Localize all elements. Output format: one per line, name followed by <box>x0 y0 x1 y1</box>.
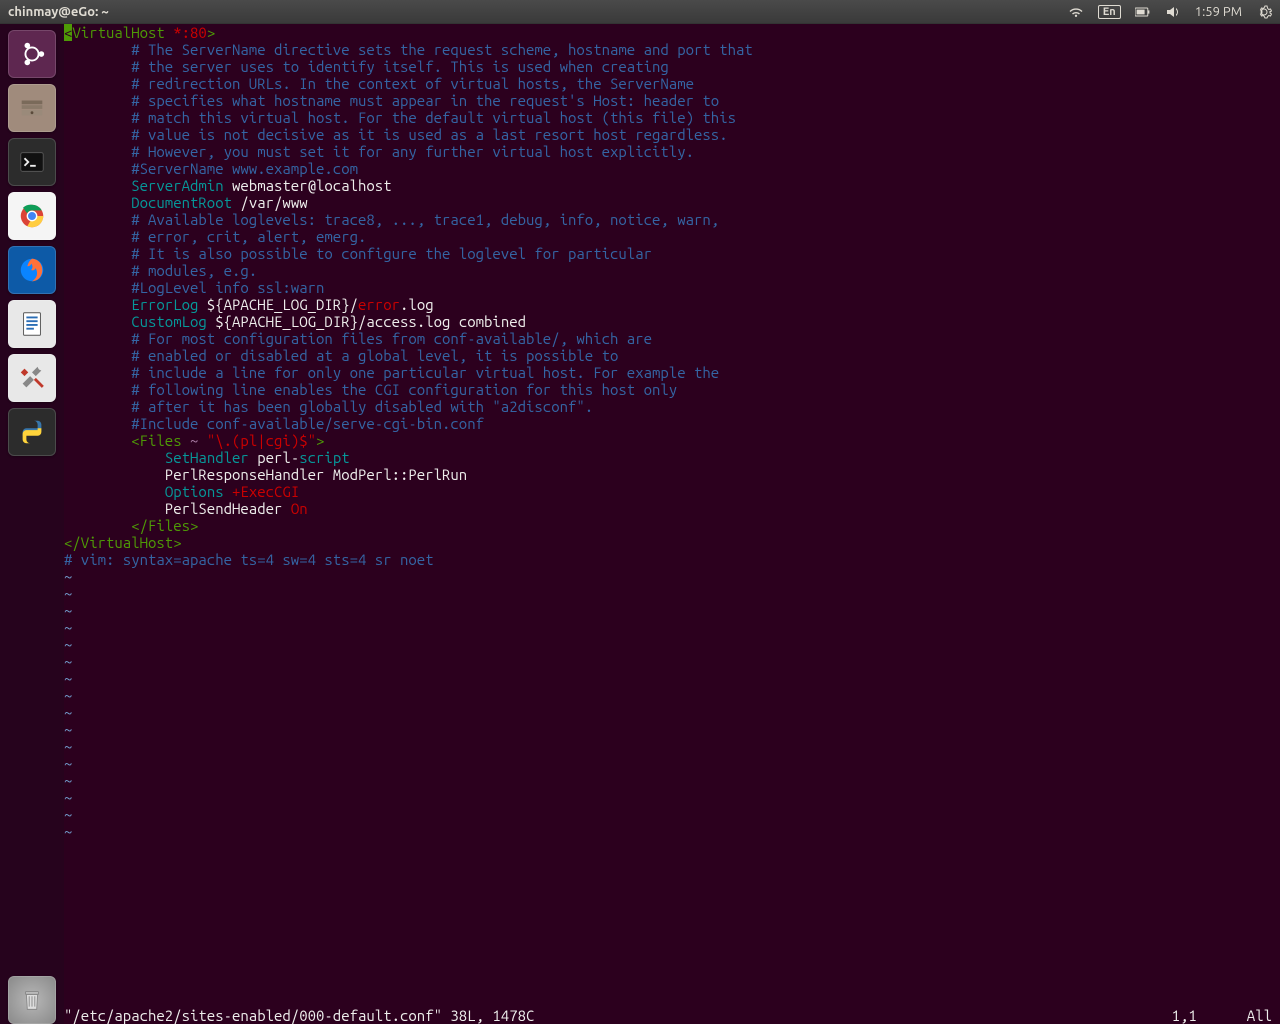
code-line: PerlResponseHandler ModPerl::PerlRun <box>64 466 1280 483</box>
launcher-files[interactable] <box>8 84 56 132</box>
launcher-writer[interactable] <box>8 300 56 348</box>
system-indicators: En 1:59 PM <box>1068 4 1272 20</box>
status-scroll: All <box>1247 1007 1280 1024</box>
empty-line-tilde: ~ <box>64 619 1280 636</box>
code-line: SetHandler perl-script <box>64 449 1280 466</box>
language-indicator[interactable]: En <box>1098 5 1121 19</box>
sound-icon[interactable] <box>1165 4 1181 20</box>
code-line: #ServerName www.example.com <box>64 160 1280 177</box>
code-line: <Files ~ "\.(pl|cgi)$"> <box>64 432 1280 449</box>
window-title: chinmay@eGo: ~ <box>8 5 1068 19</box>
code-line: DocumentRoot /var/www <box>64 194 1280 211</box>
launcher-firefox[interactable] <box>8 246 56 294</box>
code-line: # It is also possible to configure the l… <box>64 245 1280 262</box>
code-line: </Files> <box>64 517 1280 534</box>
code-line: # specifies what hostname must appear in… <box>64 92 1280 109</box>
terminal-vim[interactable]: <VirtualHost *:80> # The ServerName dire… <box>64 24 1280 1024</box>
status-file: "/etc/apache2/sites-enabled/000-default.… <box>64 1007 534 1024</box>
empty-line-tilde: ~ <box>64 806 1280 823</box>
clock[interactable]: 1:59 PM <box>1195 5 1242 19</box>
code-line: ErrorLog ${APACHE_LOG_DIR}/error.log <box>64 296 1280 313</box>
empty-line-tilde: ~ <box>64 738 1280 755</box>
code-line: # Available loglevels: trace8, ..., trac… <box>64 211 1280 228</box>
empty-line-tilde: ~ <box>64 687 1280 704</box>
empty-line-tilde: ~ <box>64 670 1280 687</box>
status-position: 1,1 <box>1172 1007 1247 1024</box>
launcher-trash[interactable] <box>8 976 56 1024</box>
code-line: # For most configuration files from conf… <box>64 330 1280 347</box>
code-line: <VirtualHost *:80> <box>64 24 1280 41</box>
vim-status-line: "/etc/apache2/sites-enabled/000-default.… <box>64 1007 1280 1024</box>
unity-launcher <box>0 24 64 1024</box>
empty-line-tilde: ~ <box>64 602 1280 619</box>
launcher-python-ide[interactable] <box>8 408 56 456</box>
code-line: # following line enables the CGI configu… <box>64 381 1280 398</box>
network-icon[interactable] <box>1068 4 1084 20</box>
code-line: # redirection URLs. In the context of vi… <box>64 75 1280 92</box>
code-line: # error, crit, alert, emerg. <box>64 228 1280 245</box>
system-gear-icon[interactable] <box>1256 4 1272 20</box>
code-line: # vim: syntax=apache ts=4 sw=4 sts=4 sr … <box>64 551 1280 568</box>
code-line: # include a line for only one particular… <box>64 364 1280 381</box>
code-line: ServerAdmin webmaster@localhost <box>64 177 1280 194</box>
launcher-chrome[interactable] <box>8 192 56 240</box>
battery-icon[interactable] <box>1135 4 1151 20</box>
code-line: # modules, e.g. <box>64 262 1280 279</box>
empty-line-tilde: ~ <box>64 721 1280 738</box>
code-line: # match this virtual host. For the defau… <box>64 109 1280 126</box>
empty-line-tilde: ~ <box>64 585 1280 602</box>
top-menubar: chinmay@eGo: ~ En 1:59 PM <box>0 0 1280 24</box>
code-line: </VirtualHost> <box>64 534 1280 551</box>
code-line: Options +ExecCGI <box>64 483 1280 500</box>
empty-line-tilde: ~ <box>64 653 1280 670</box>
code-line: # However, you must set it for any furth… <box>64 143 1280 160</box>
launcher-settings-tools[interactable] <box>8 354 56 402</box>
empty-line-tilde: ~ <box>64 789 1280 806</box>
code-line: # the server uses to identify itself. Th… <box>64 58 1280 75</box>
empty-line-tilde: ~ <box>64 704 1280 721</box>
vim-buffer[interactable]: <VirtualHost *:80> # The ServerName dire… <box>64 24 1280 1007</box>
code-line: #LogLevel info ssl:warn <box>64 279 1280 296</box>
empty-line-tilde: ~ <box>64 755 1280 772</box>
code-line: PerlSendHeader On <box>64 500 1280 517</box>
code-line: # The ServerName directive sets the requ… <box>64 41 1280 58</box>
empty-line-tilde: ~ <box>64 636 1280 653</box>
empty-line-tilde: ~ <box>64 772 1280 789</box>
launcher-terminal[interactable] <box>8 138 56 186</box>
code-line: # after it has been globally disabled wi… <box>64 398 1280 415</box>
code-line: CustomLog ${APACHE_LOG_DIR}/access.log c… <box>64 313 1280 330</box>
empty-line-tilde: ~ <box>64 823 1280 840</box>
code-line: # enabled or disabled at a global level,… <box>64 347 1280 364</box>
launcher-dash[interactable] <box>8 30 56 78</box>
code-line: #Include conf-available/serve-cgi-bin.co… <box>64 415 1280 432</box>
code-line: # value is not decisive as it is used as… <box>64 126 1280 143</box>
empty-line-tilde: ~ <box>64 568 1280 585</box>
